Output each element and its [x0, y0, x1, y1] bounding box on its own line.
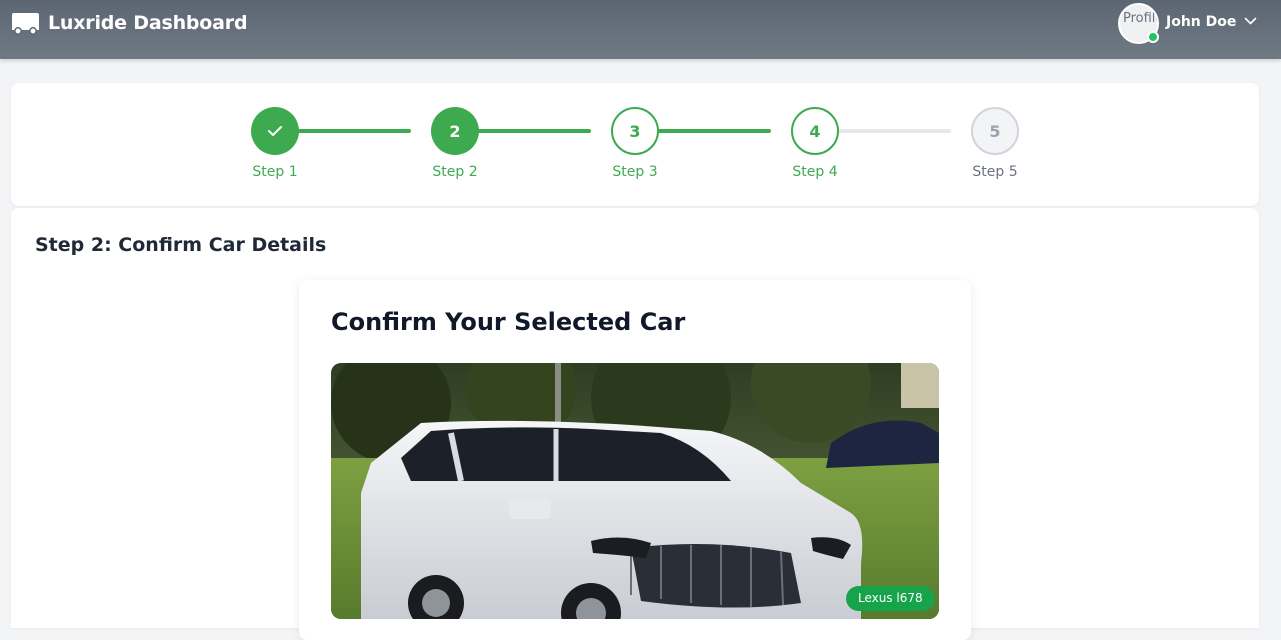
- step-1-circle[interactable]: [251, 107, 299, 155]
- step-3-circle[interactable]: 3: [611, 107, 659, 155]
- car-confirmation-card: Confirm Your Selected Car Lexus l678: [299, 280, 971, 640]
- suv-photo-illustration: [331, 363, 939, 619]
- section-title: Step 2: Confirm Car Details: [35, 234, 327, 256]
- chevron-down-icon[interactable]: [1244, 17, 1257, 26]
- brand[interactable]: Luxride Dashboard: [11, 10, 248, 36]
- app-title: Luxride Dashboard: [48, 12, 248, 34]
- step-connector: [297, 129, 411, 133]
- step-5-label: Step 5: [972, 164, 1018, 180]
- truck-icon: [12, 13, 39, 35]
- step-5-circle[interactable]: 5: [971, 107, 1019, 155]
- avatar-alt-text: Profile: [1123, 10, 1157, 26]
- online-status-dot: [1147, 31, 1159, 43]
- step-connector: [837, 129, 951, 133]
- top-navbar: Luxride Dashboard Profile John Doe: [0, 0, 1281, 59]
- main-content: Step 2: Confirm Car Details Confirm Your…: [11, 208, 1259, 640]
- car-image: Lexus l678: [331, 363, 939, 619]
- step-4-label: Step 4: [792, 164, 838, 180]
- step-2-circle[interactable]: 2: [431, 107, 479, 155]
- user-name[interactable]: John Doe: [1166, 14, 1236, 30]
- card-title: Confirm Your Selected Car: [331, 308, 686, 336]
- progress-stepper: 2 3 4 5 Step 1 Step 2 Step 3 Step 4 Step…: [11, 83, 1259, 206]
- step-connector: [477, 129, 591, 133]
- step-1-label: Step 1: [252, 164, 298, 180]
- car-model-badge: Lexus l678: [846, 586, 935, 611]
- step-connector: [657, 129, 771, 133]
- check-icon: [268, 126, 282, 136]
- step-3-label: Step 3: [612, 164, 658, 180]
- step-4-circle[interactable]: 4: [791, 107, 839, 155]
- step-2-label: Step 2: [432, 164, 478, 180]
